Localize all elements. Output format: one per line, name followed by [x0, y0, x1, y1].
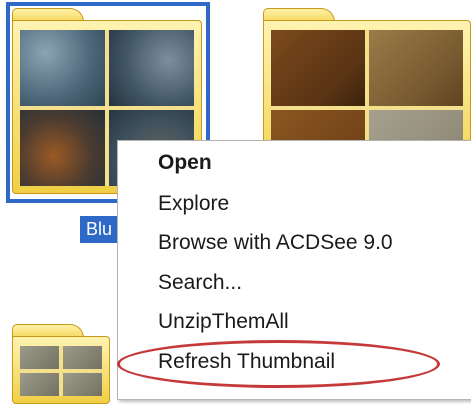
folder-name-label[interactable]: Blu	[80, 216, 119, 243]
menu-item-open[interactable]: Open	[158, 149, 212, 177]
thumbnail-image	[20, 110, 105, 186]
thumbnail-image	[20, 346, 59, 369]
folder-thumbnail-grid	[20, 346, 102, 396]
menu-item-search[interactable]: Search...	[158, 269, 242, 297]
thumbnail-image	[20, 30, 105, 106]
thumbnail-image	[109, 30, 194, 106]
thumbnail-image	[63, 346, 102, 369]
thumbnail-image	[20, 373, 59, 396]
thumbnail-image	[369, 30, 463, 106]
menu-item-unzipthemall[interactable]: UnzipThemAll	[158, 308, 289, 336]
thumbnail-image	[63, 373, 102, 396]
folder-icon[interactable]	[12, 324, 110, 404]
menu-item-explore[interactable]: Explore	[158, 190, 229, 218]
context-menu: Open Explore Browse with ACDSee 9.0 Sear…	[117, 140, 471, 400]
menu-item-refresh-thumbnail[interactable]: Refresh Thumbnail	[158, 348, 335, 376]
menu-item-browse-acdsee[interactable]: Browse with ACDSee 9.0	[158, 229, 393, 257]
thumbnail-image	[271, 30, 365, 106]
